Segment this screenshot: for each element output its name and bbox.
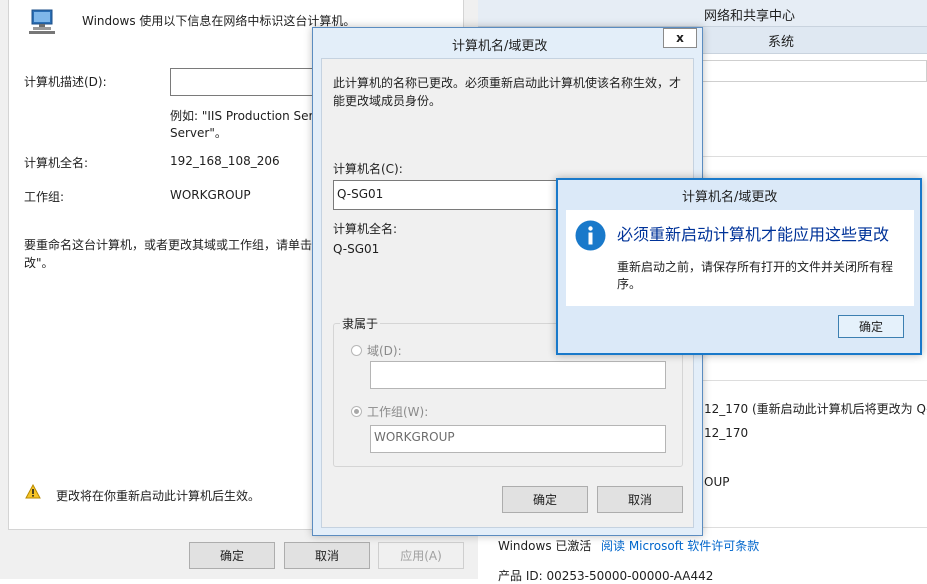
workgroup-label: 工作组:: [24, 190, 65, 204]
ok-button[interactable]: 确定: [189, 542, 275, 569]
computer-name-label: 计算机名(C):: [333, 162, 403, 176]
full-name-value: 192_168_108_206: [170, 154, 280, 168]
rename-notice-line1: 此计算机的名称已更改。必须重新启动此计算机使该名称生效，才: [333, 76, 682, 90]
example-text-line1: 例如: "IIS Production Ser: [170, 109, 314, 123]
workgroup-radio[interactable]: [351, 406, 362, 417]
rename-instructions-line1: 要重命名这台计算机，或者更改其域或工作组，请单击: [24, 238, 313, 252]
product-id: 产品 ID: 00253-50000-00000-AA442: [498, 569, 714, 583]
domain-input[interactable]: [370, 361, 666, 389]
license-terms-link[interactable]: 阅读 Microsoft 软件许可条款: [601, 537, 759, 554]
network-center-title: 网络和共享中心: [704, 9, 796, 24]
restart-body-line1: 重新启动之前，请保存所有打开的文件并关闭所有程: [617, 260, 894, 274]
warning-icon: [25, 483, 41, 499]
restart-body-line2: 序。: [617, 277, 642, 291]
full-name-label: 计算机全名:: [333, 222, 398, 236]
ok-button[interactable]: 确定: [838, 315, 904, 338]
full-name-value: Q-SG01: [333, 242, 380, 256]
network-center-title-bar: [478, 0, 927, 27]
rename-notice-line2: 能更改域成员身份。: [333, 94, 442, 108]
divider: [700, 156, 927, 157]
divider: [700, 380, 927, 381]
activation-status: Windows 已激活: [498, 539, 592, 553]
example-text-line2: Server"。: [170, 126, 227, 140]
restart-warning-text: 更改将在你重新启动此计算机后生效。: [56, 489, 261, 503]
apply-button[interactable]: 应用(A): [378, 542, 464, 569]
computer-full-name-value: 12_170: [704, 426, 749, 440]
member-of-label: 隶属于: [340, 315, 381, 332]
close-button[interactable]: x: [663, 28, 697, 48]
restart-dialog-title: 计算机名/域更改: [682, 190, 778, 205]
computer-description-input[interactable]: [170, 68, 320, 96]
computer-name-change-note: 12_170 (重新启动此计算机后将更改为 Q-S: [704, 402, 927, 416]
cancel-button[interactable]: 取消: [597, 486, 683, 513]
workgroup-value: WORKGROUP: [170, 188, 251, 202]
domain-radio[interactable]: [351, 345, 362, 356]
rename-dialog-title: 计算机名/域更改: [452, 39, 548, 54]
close-icon: x: [676, 31, 684, 45]
domain-label: 域(D):: [367, 344, 402, 358]
full-name-label: 计算机全名:: [24, 156, 89, 170]
info-icon: [575, 220, 606, 251]
cancel-button[interactable]: 取消: [284, 542, 370, 569]
restart-dialog: 计算机名/域更改 必须重新启动计算机才能应用这些更改 重新启动之前，请保存所有打…: [556, 178, 922, 355]
computer-network-icon: [27, 8, 57, 36]
workgroup-label: 工作组(W):: [367, 405, 429, 419]
system-search-box[interactable]: [700, 60, 927, 82]
workgroup-input[interactable]: WORKGROUP: [370, 425, 666, 453]
system-window-title: 系统: [768, 35, 795, 50]
ok-button[interactable]: 确定: [502, 486, 588, 513]
rename-instructions-line2: 改"。: [24, 256, 54, 270]
computer-description-label: 计算机描述(D):: [24, 75, 107, 89]
workgroup-partial-value: OUP: [704, 475, 730, 489]
restart-heading: 必须重新启动计算机才能应用这些更改: [617, 225, 890, 244]
